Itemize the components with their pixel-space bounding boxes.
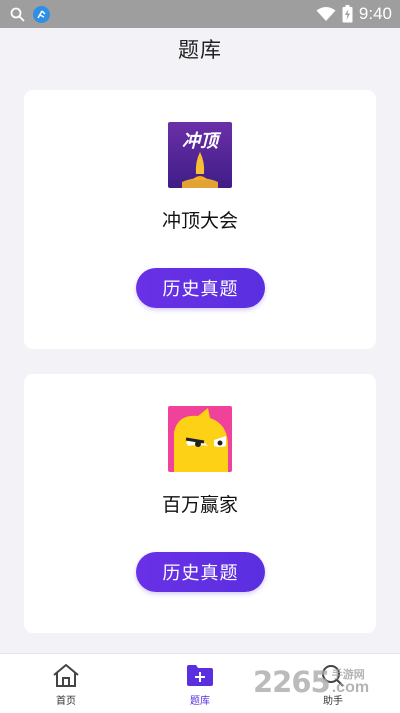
baiwan-logo [168, 406, 232, 472]
wifi-icon [316, 7, 336, 21]
nav-label-home: 首页 [56, 696, 76, 707]
status-right: 9:40 [316, 4, 392, 24]
nav-item-assistant[interactable]: 助手 [293, 662, 373, 710]
history-questions-button[interactable]: 历史真题 [136, 552, 265, 592]
nav-label-assistant: 助手 [323, 696, 343, 707]
quiz-card-chongding: 冲顶 冲顶大会 历史真题 [24, 90, 376, 349]
nav-item-question-bank[interactable]: 题库 [160, 662, 240, 710]
page-title: 题库 [178, 38, 222, 62]
status-bar: 9:40 [0, 0, 400, 28]
battery-charging-icon [342, 5, 353, 23]
home-icon [53, 664, 79, 687]
quiz-card-baiwan: 百万赢家 历史真题 [24, 374, 376, 633]
nav-item-home[interactable]: 首页 [26, 662, 106, 710]
app-notification-icon [33, 5, 50, 23]
card-title: 百万赢家 [161, 494, 238, 516]
card-title: 冲顶大会 [161, 210, 238, 232]
status-time: 9:40 [358, 4, 392, 23]
svg-text:冲顶: 冲顶 [182, 131, 222, 152]
search-icon [322, 665, 344, 687]
nav-label-question-bank: 题库 [190, 696, 210, 707]
bottom-nav: 首页 题库 助手 [0, 653, 400, 713]
search-icon [10, 7, 25, 22]
status-left [10, 5, 50, 23]
history-questions-button[interactable]: 历史真题 [136, 268, 265, 308]
chongding-logo: 冲顶 [168, 122, 232, 188]
folder-add-icon [187, 665, 213, 686]
